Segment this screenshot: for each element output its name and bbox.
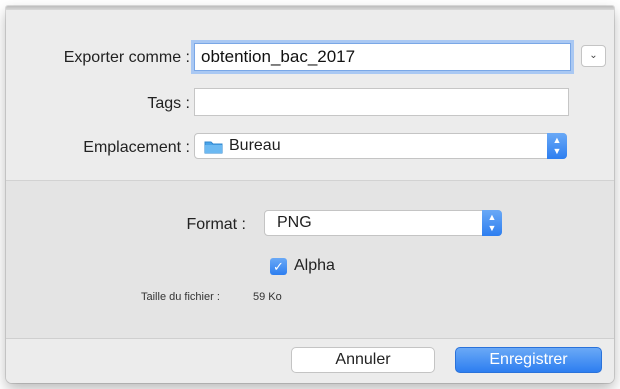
folder-icon bbox=[204, 141, 223, 154]
location-value: Bureau bbox=[229, 137, 281, 154]
updown-arrows-icon: ▲ ▼ bbox=[482, 210, 502, 236]
format-value: PNG bbox=[277, 214, 312, 231]
format-label: Format : bbox=[186, 216, 246, 233]
save-button[interactable]: Enregistrer bbox=[455, 347, 602, 373]
location-label: Emplacement : bbox=[83, 139, 190, 156]
filesize-label: Taille du fichier : bbox=[141, 291, 220, 303]
chevron-down-icon: ⌄ bbox=[589, 50, 598, 61]
tags-label: Tags : bbox=[147, 95, 190, 112]
filesize-value: 59 Ko bbox=[253, 291, 282, 303]
export-as-field[interactable]: obtention_bac_2017 bbox=[194, 43, 571, 71]
tags-field[interactable] bbox=[194, 88, 569, 116]
cancel-button[interactable]: Annuler bbox=[291, 347, 435, 373]
expand-dialog-button[interactable]: ⌄ bbox=[581, 45, 606, 67]
alpha-label: Alpha bbox=[294, 257, 335, 274]
export-dialog: Exporter comme : obtention_bac_2017 ⌄ Ta… bbox=[6, 6, 614, 383]
format-popup[interactable]: PNG ▲ ▼ bbox=[264, 210, 502, 236]
checkmark-icon: ✓ bbox=[273, 259, 284, 274]
alpha-checkbox[interactable]: ✓ bbox=[270, 258, 287, 275]
location-popup[interactable]: Bureau ▲ ▼ bbox=[194, 133, 567, 159]
updown-arrows-icon: ▲ ▼ bbox=[547, 133, 567, 159]
export-as-label: Exporter comme : bbox=[63, 49, 190, 66]
